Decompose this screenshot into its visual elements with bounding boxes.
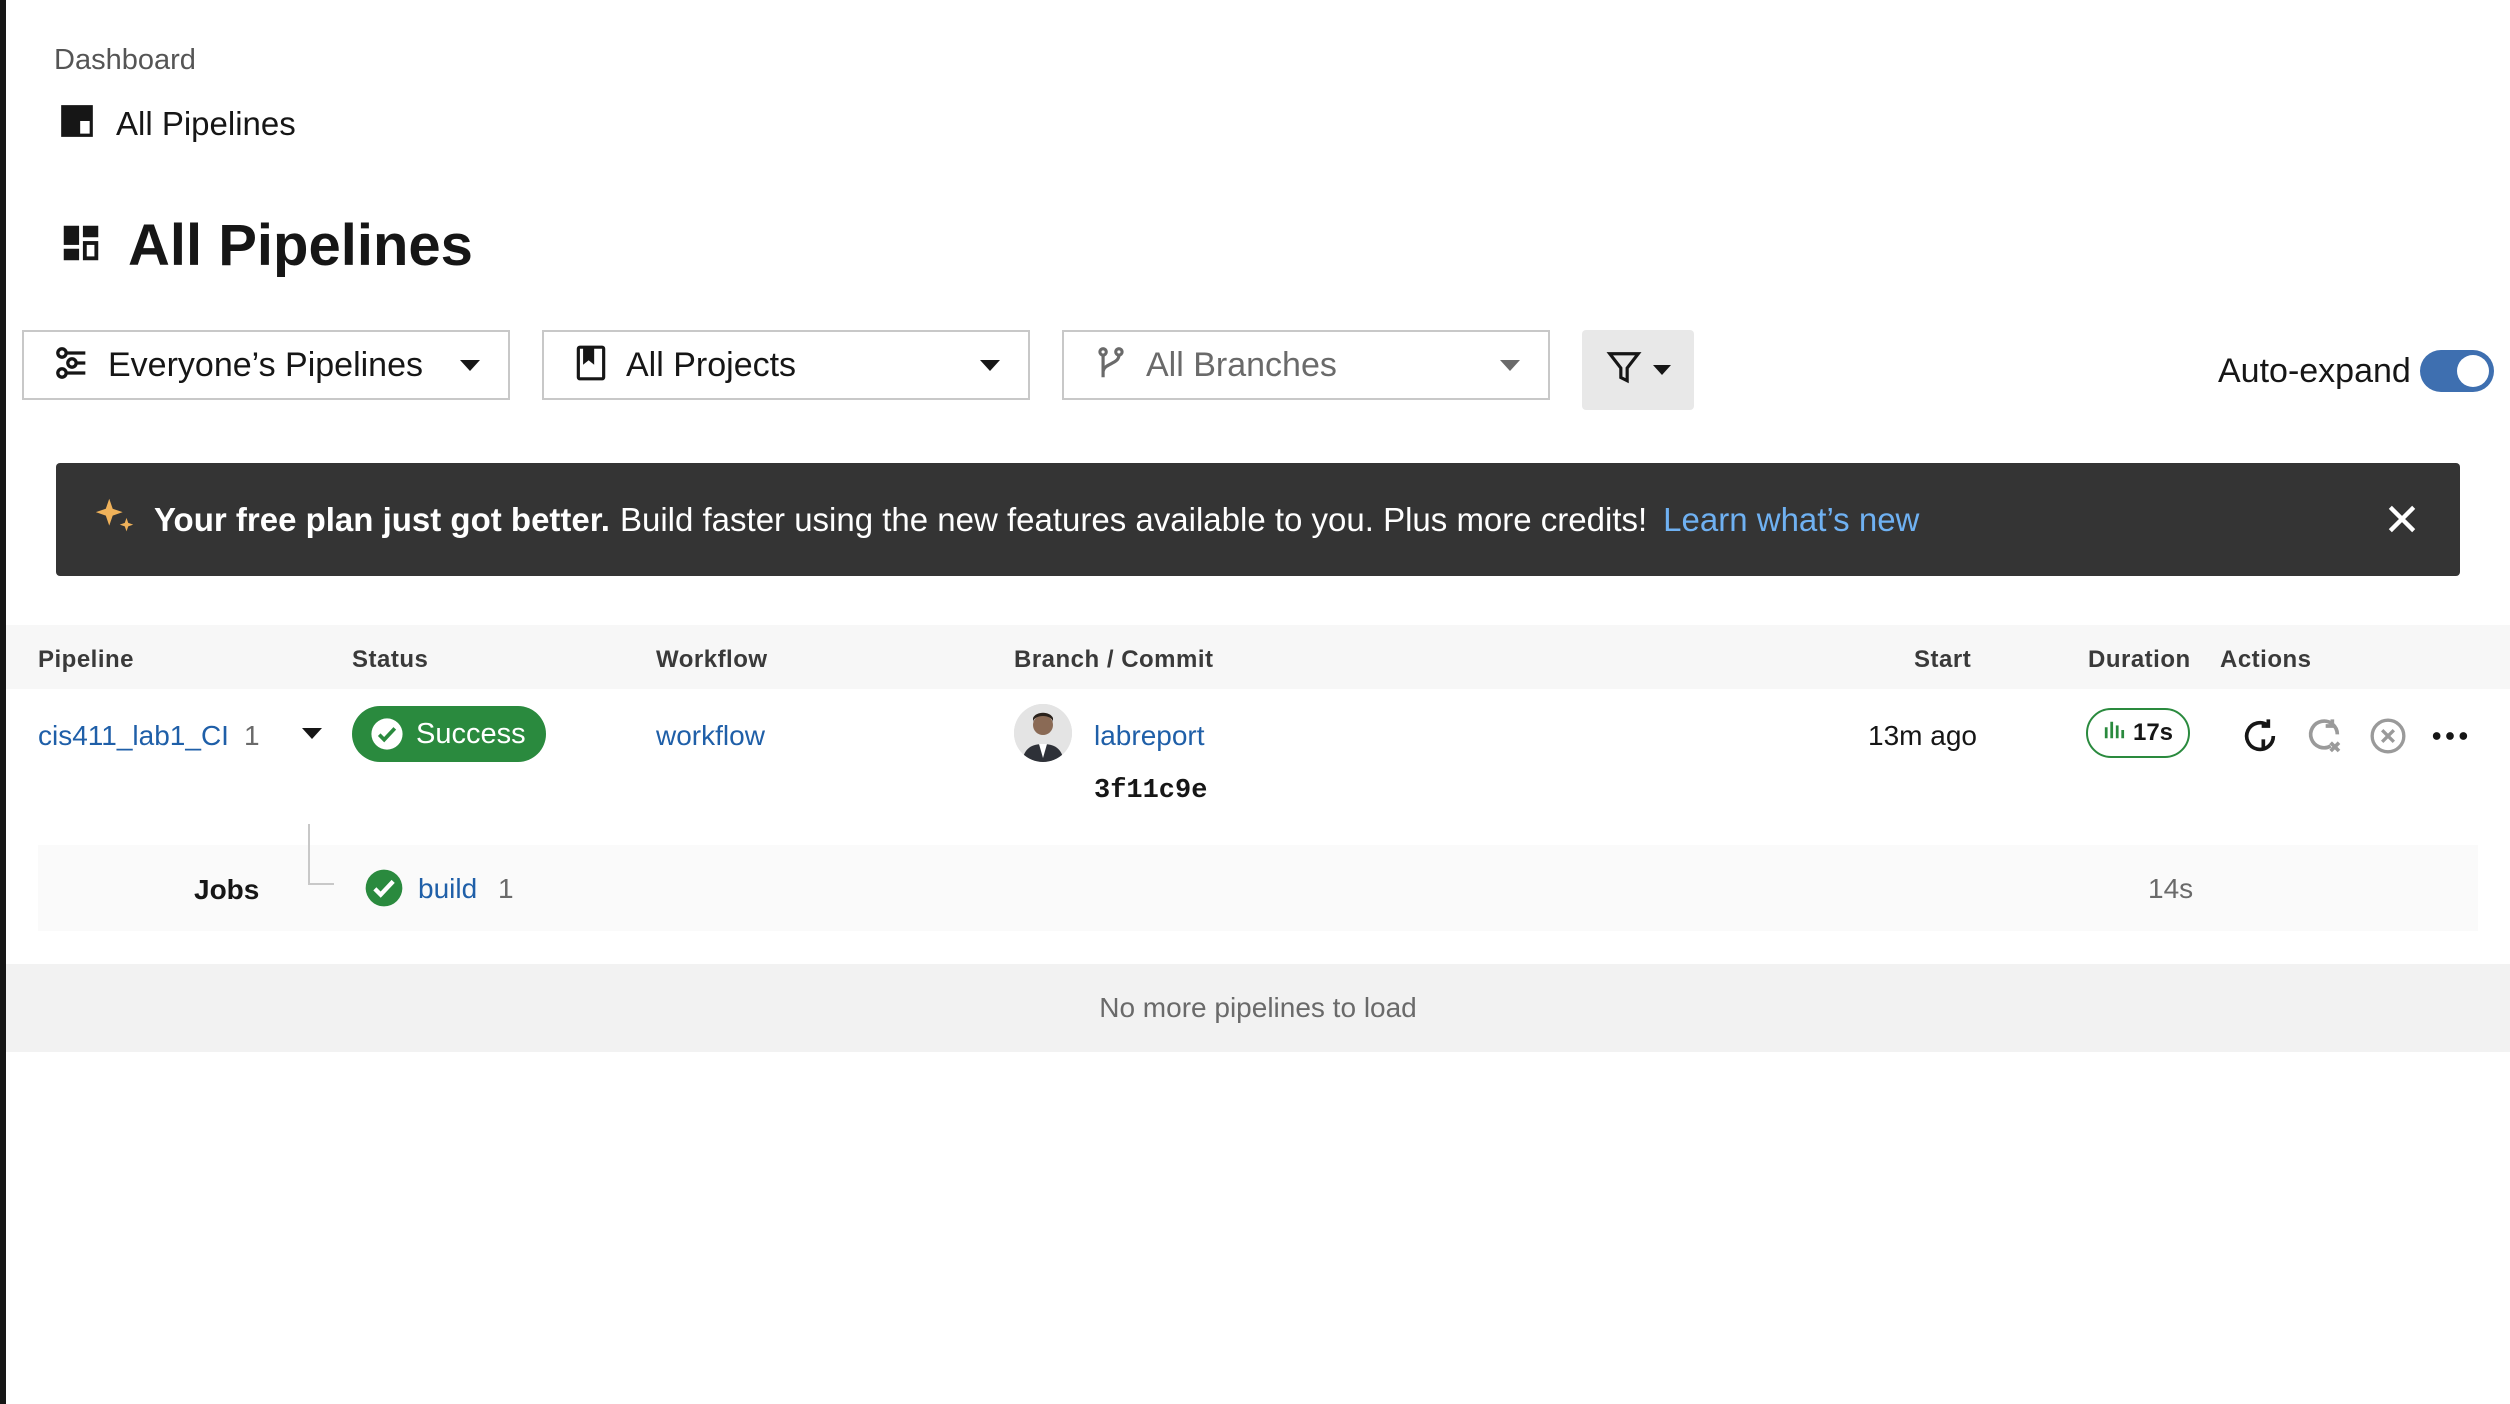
- auto-expand-label: Auto-expand: [2218, 352, 2411, 390]
- bar-chart-icon: [2103, 719, 2125, 748]
- rerun-icon[interactable]: [2240, 716, 2280, 761]
- tree-connector: [308, 883, 334, 885]
- toggle-knob: [2457, 355, 2489, 387]
- rerun-failed-icon[interactable]: [2304, 716, 2344, 761]
- chevron-down-icon: [980, 359, 1000, 371]
- col-start: Start: [1914, 646, 1972, 673]
- banner-headline: Your free plan just got better.: [154, 500, 610, 538]
- job-link[interactable]: build: [418, 873, 477, 905]
- pipeline-owner-value: Everyone’s Pipelines: [108, 345, 423, 384]
- cancel-icon[interactable]: [2368, 716, 2408, 761]
- duration-value: 17s: [2132, 719, 2174, 746]
- page-header: All Pipelines: [58, 212, 473, 279]
- status-text: Success: [416, 717, 526, 750]
- start-time: 13m ago: [1868, 720, 1977, 751]
- dashboard-icon: [58, 102, 96, 145]
- duration-badge[interactable]: 17s: [2086, 708, 2190, 758]
- jobs-label: Jobs: [194, 874, 260, 905]
- project-dropdown[interactable]: All Projects: [542, 330, 1030, 400]
- col-branch-commit: Branch / Commit: [1014, 646, 1214, 673]
- job-duration: 14s: [2148, 873, 2194, 904]
- chevron-down-icon: [1653, 365, 1671, 375]
- jobs-row: [38, 845, 2478, 931]
- chevron-down-icon: [460, 359, 480, 371]
- learn-more-link[interactable]: Learn what’s new: [1663, 501, 1919, 539]
- breadcrumb-current: All Pipelines: [58, 102, 296, 145]
- dashboard-icon: [58, 220, 104, 271]
- bookmark-icon: [572, 343, 610, 388]
- expand-chevron-icon[interactable]: [302, 728, 322, 739]
- pipelines-icon: [52, 343, 92, 388]
- status-badge: Success: [352, 706, 546, 762]
- commit-hash[interactable]: 3f11c9e: [1094, 776, 1207, 806]
- branch-value: All Branches: [1146, 345, 1337, 384]
- avatar: [1014, 704, 1072, 762]
- col-status: Status: [352, 646, 429, 673]
- funnel-icon: [1605, 347, 1643, 394]
- pipeline-owner-dropdown[interactable]: Everyone’s Pipelines: [22, 330, 510, 400]
- pipelines-page: Dashboard All Pipelines All Pipelines Ev…: [6, 0, 2510, 1404]
- branch-link[interactable]: labreport: [1094, 720, 1205, 752]
- col-pipeline: Pipeline: [38, 646, 135, 673]
- col-duration: Duration: [2088, 646, 2191, 673]
- job-number: 1: [498, 873, 514, 904]
- chevron-down-icon: [1500, 359, 1520, 371]
- pipeline-name-link[interactable]: cis411_lab1_CI: [38, 720, 229, 752]
- branch-icon: [1092, 342, 1130, 389]
- page-title: All Pipelines: [128, 213, 473, 278]
- sparkle-icon: [92, 493, 138, 547]
- project-value: All Projects: [626, 345, 797, 384]
- banner-text: Build faster using the new features avai…: [619, 500, 1648, 538]
- workflow-link[interactable]: workflow: [656, 720, 765, 752]
- check-circle-icon: [370, 717, 404, 751]
- col-actions: Actions: [2220, 646, 2312, 673]
- branch-dropdown[interactable]: All Branches: [1062, 330, 1550, 400]
- check-circle-icon: [364, 868, 404, 913]
- breadcrumb-current-label: All Pipelines: [116, 104, 296, 142]
- pipeline-number: 1: [244, 720, 260, 751]
- more-options-icon[interactable]: [2430, 716, 2470, 761]
- no-more-pipelines: No more pipelines to load: [6, 964, 2510, 1052]
- promo-banner: Your free plan just got better. Build fa…: [56, 463, 2460, 576]
- close-icon[interactable]: [2382, 499, 2422, 547]
- breadcrumb-dashboard[interactable]: Dashboard: [54, 44, 196, 77]
- tree-connector: [308, 824, 310, 884]
- filter-button[interactable]: [1582, 330, 1694, 410]
- col-workflow: Workflow: [656, 646, 768, 673]
- auto-expand-toggle[interactable]: [2420, 350, 2494, 392]
